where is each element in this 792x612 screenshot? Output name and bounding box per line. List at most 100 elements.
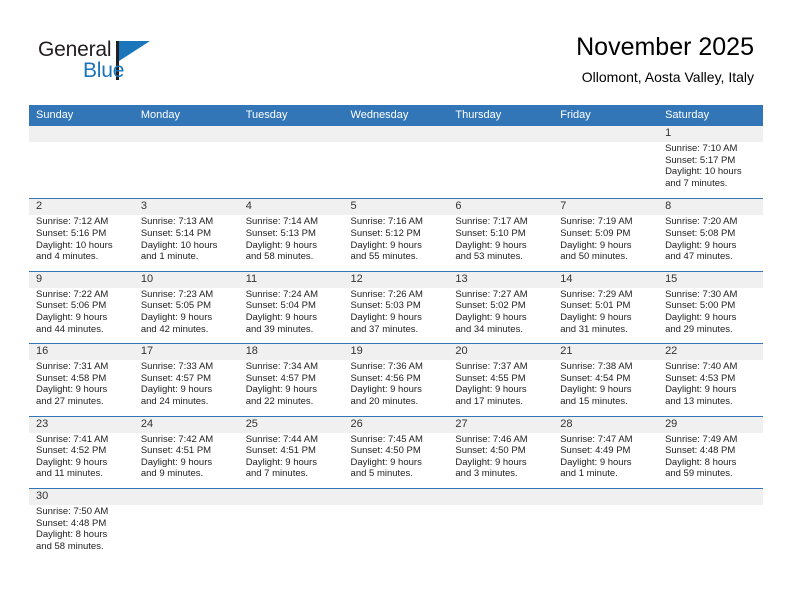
day-details: Sunrise: 7:34 AM Sunset: 4:57 PM Daylight:… <box>246 360 341 407</box>
day-number: 8 <box>665 200 672 213</box>
day-number: 7 <box>560 200 567 213</box>
day-detail-line: Daylight: 9 hours <box>665 239 737 251</box>
day-detail-line: Sunrise: 7:40 AM <box>665 361 738 373</box>
day-cell-1[interactable]: 1 Sunrise: 7:10 AM Sunset: 5:17 PM Daylight… <box>658 126 763 198</box>
day-cell-11[interactable]: 11 Sunrise: 7:24 AM Sunset: 5:04 PM Dayligh… <box>239 272 344 343</box>
day-cell-20[interactable]: 20 Sunrise: 7:37 AM Sunset: 4:55 PM Dayligh… <box>448 344 553 415</box>
day-details <box>36 142 131 143</box>
day-detail-line: and 44 minutes. <box>36 323 104 335</box>
day-cell-empty <box>448 489 553 560</box>
day-cell-30[interactable]: 30 Sunrise: 7:50 AM Sunset: 4:48 PM Dayligh… <box>29 489 134 560</box>
day-cell-15[interactable]: 15 Sunrise: 7:30 AM Sunset: 5:00 PM Dayligh… <box>658 272 763 343</box>
day-number: 23 <box>36 417 49 430</box>
day-number <box>141 126 236 142</box>
day-number: 5 <box>350 200 357 213</box>
day-cell-18[interactable]: 18 Sunrise: 7:34 AM Sunset: 4:57 PM Dayligh… <box>239 344 344 415</box>
day-cell-12[interactable]: 12 Sunrise: 7:26 AM Sunset: 5:03 PM Dayligh… <box>344 272 449 343</box>
day-cell-2[interactable]: 2 Sunrise: 7:12 AM Sunset: 5:16 PM Daylight… <box>29 199 134 270</box>
day-detail-line: Daylight: 9 hours <box>560 239 632 251</box>
day-detail-line: Sunset: 5:17 PM <box>665 154 736 166</box>
day-cell-25[interactable]: 25 Sunrise: 7:44 AM Sunset: 4:51 PM Dayligh… <box>239 417 344 488</box>
day-number: 1 <box>665 127 672 139</box>
day-cell-21[interactable]: 21 Sunrise: 7:38 AM Sunset: 4:54 PM Dayligh… <box>553 344 658 415</box>
day-number <box>665 489 760 505</box>
day-cell-14[interactable]: 14 Sunrise: 7:29 AM Sunset: 5:01 PM Dayligh… <box>553 272 658 343</box>
day-number: 21 <box>560 345 573 358</box>
day-detail-line: and 55 minutes. <box>350 251 419 263</box>
day-detail-line: Sunset: 4:51 PM <box>245 445 316 457</box>
day-detail-line: Sunset: 4:49 PM <box>560 445 631 457</box>
general-blue-logo: General Blue <box>38 38 158 88</box>
day-cell-9[interactable]: 9 Sunrise: 7:22 AM Sunset: 5:06 PM Daylight… <box>29 272 134 343</box>
day-cell-8[interactable]: 8 Sunrise: 7:20 AM Sunset: 5:08 PM Daylight… <box>658 199 763 270</box>
day-detail-line: Sunrise: 7:29 AM <box>560 288 633 300</box>
day-details: Sunrise: 7:14 AM Sunset: 5:13 PM Daylight:… <box>246 215 341 262</box>
day-detail-line: Sunset: 5:09 PM <box>560 227 631 239</box>
day-cell-17[interactable]: 17 Sunrise: 7:33 AM Sunset: 4:57 PM Dayligh… <box>134 344 239 415</box>
day-details: Sunrise: 7:40 AM Sunset: 4:53 PM Daylight:… <box>665 360 760 407</box>
day-detail-line: Sunrise: 7:44 AM <box>245 433 319 445</box>
day-detail-line: Daylight: 9 hours <box>350 456 422 468</box>
day-detail-line: and 17 minutes. <box>455 395 523 407</box>
day-details <box>560 142 655 143</box>
day-detail-line: Sunset: 5:00 PM <box>665 300 736 312</box>
day-of-week-header-monday: Monday <box>140 109 180 121</box>
day-details: Sunrise: 7:13 AM Sunset: 5:14 PM Daylight:… <box>141 215 236 262</box>
day-detail-line: Daylight: 10 hours <box>665 166 742 178</box>
day-detail-line: and 4 minutes. <box>36 251 99 263</box>
calendar-page: General Blue November 2025 Ollomont, Aos… <box>0 0 792 612</box>
day-number: 24 <box>140 417 154 430</box>
day-detail-line: and 1 minute. <box>560 468 618 480</box>
day-cell-6[interactable]: 6 Sunrise: 7:17 AM Sunset: 5:10 PM Daylight… <box>448 199 553 270</box>
day-cell-19[interactable]: 19 Sunrise: 7:36 AM Sunset: 4:56 PM Dayligh… <box>344 344 449 415</box>
day-cell-3[interactable]: 3 Sunrise: 7:13 AM Sunset: 5:14 PM Daylight… <box>134 199 239 270</box>
day-details: Sunrise: 7:31 AM Sunset: 4:58 PM Daylight:… <box>36 360 131 407</box>
day-detail-line: Daylight: 9 hours <box>245 456 317 468</box>
day-detail-line: Sunrise: 7:30 AM <box>665 288 738 300</box>
day-cell-29[interactable]: 29 Sunrise: 7:49 AM Sunset: 4:48 PM Dayligh… <box>658 417 763 488</box>
day-cell-24[interactable]: 24 Sunrise: 7:42 AM Sunset: 4:51 PM Dayligh… <box>134 417 239 488</box>
day-detail-line: Sunrise: 7:26 AM <box>350 288 423 300</box>
day-cell-28[interactable]: 28 Sunrise: 7:47 AM Sunset: 4:49 PM Dayligh… <box>553 417 658 488</box>
day-detail-line: Sunrise: 7:34 AM <box>245 361 319 373</box>
calendar-week-row: 9 Sunrise: 7:22 AM Sunset: 5:06 PM Daylight… <box>29 270 763 343</box>
day-number: 15 <box>665 272 678 285</box>
day-cell-16[interactable]: 16 Sunrise: 7:31 AM Sunset: 4:58 PM Dayligh… <box>29 344 134 415</box>
day-cell-4[interactable]: 4 Sunrise: 7:14 AM Sunset: 5:13 PM Daylight… <box>239 199 344 270</box>
day-details <box>455 505 550 506</box>
week-cells: 9 Sunrise: 7:22 AM Sunset: 5:06 PM Daylight… <box>29 272 763 343</box>
day-cell-5[interactable]: 5 Sunrise: 7:16 AM Sunset: 5:12 PM Daylight… <box>344 199 449 270</box>
page-header: General Blue November 2025 Ollomont, Aos… <box>0 0 792 104</box>
day-detail-line: Daylight: 9 hours <box>36 456 108 468</box>
day-detail-line: and 7 minutes. <box>245 468 309 480</box>
day-detail-line: Daylight: 9 hours <box>665 311 737 323</box>
day-details: Sunrise: 7:49 AM Sunset: 4:48 PM Daylight:… <box>665 433 760 480</box>
day-detail-line: Daylight: 10 hours <box>140 239 218 251</box>
day-number <box>36 126 131 142</box>
day-cell-10[interactable]: 10 Sunrise: 7:23 AM Sunset: 5:05 PM Dayligh… <box>134 272 239 343</box>
day-details: Sunrise: 7:50 AM Sunset: 4:48 PM Daylight:… <box>36 505 131 552</box>
day-cell-13[interactable]: 13 Sunrise: 7:27 AM Sunset: 5:02 PM Dayligh… <box>448 272 553 343</box>
day-detail-line: Daylight: 9 hours <box>140 384 213 396</box>
day-detail-line: Daylight: 9 hours <box>560 311 632 323</box>
day-cell-empty <box>239 489 344 560</box>
day-detail-line: Sunrise: 7:41 AM <box>36 433 109 445</box>
week-cells: 16 Sunrise: 7:31 AM Sunset: 4:58 PM Dayligh… <box>29 344 763 415</box>
day-cell-7[interactable]: 7 Sunrise: 7:19 AM Sunset: 5:09 PM Daylight… <box>553 199 658 270</box>
day-cell-27[interactable]: 27 Sunrise: 7:46 AM Sunset: 4:50 PM Dayligh… <box>448 417 553 488</box>
day-detail-line: Daylight: 9 hours <box>560 456 632 468</box>
day-detail-line: Sunrise: 7:37 AM <box>455 361 528 373</box>
day-cell-23[interactable]: 23 Sunrise: 7:41 AM Sunset: 4:52 PM Dayligh… <box>29 417 134 488</box>
day-detail-line: Daylight: 9 hours <box>245 239 317 251</box>
day-detail-line: Daylight: 9 hours <box>455 456 527 468</box>
day-of-week-header-thursday: Thursday <box>455 109 502 121</box>
day-details: Sunrise: 7:36 AM Sunset: 4:56 PM Daylight:… <box>351 360 446 407</box>
day-detail-line: Sunrise: 7:13 AM <box>140 216 214 228</box>
day-cell-22[interactable]: 22 Sunrise: 7:40 AM Sunset: 4:53 PM Dayligh… <box>658 344 763 415</box>
week-cells: 1 Sunrise: 7:10 AM Sunset: 5:17 PM Daylight… <box>29 126 763 198</box>
day-detail-line: Sunrise: 7:42 AM <box>140 433 214 445</box>
day-details: Sunrise: 7:38 AM Sunset: 4:54 PM Daylight:… <box>560 360 655 407</box>
day-detail-line: and 1 minute. <box>140 251 199 263</box>
day-cell-26[interactable]: 26 Sunrise: 7:45 AM Sunset: 4:50 PM Dayligh… <box>344 417 449 488</box>
day-number <box>560 126 655 142</box>
